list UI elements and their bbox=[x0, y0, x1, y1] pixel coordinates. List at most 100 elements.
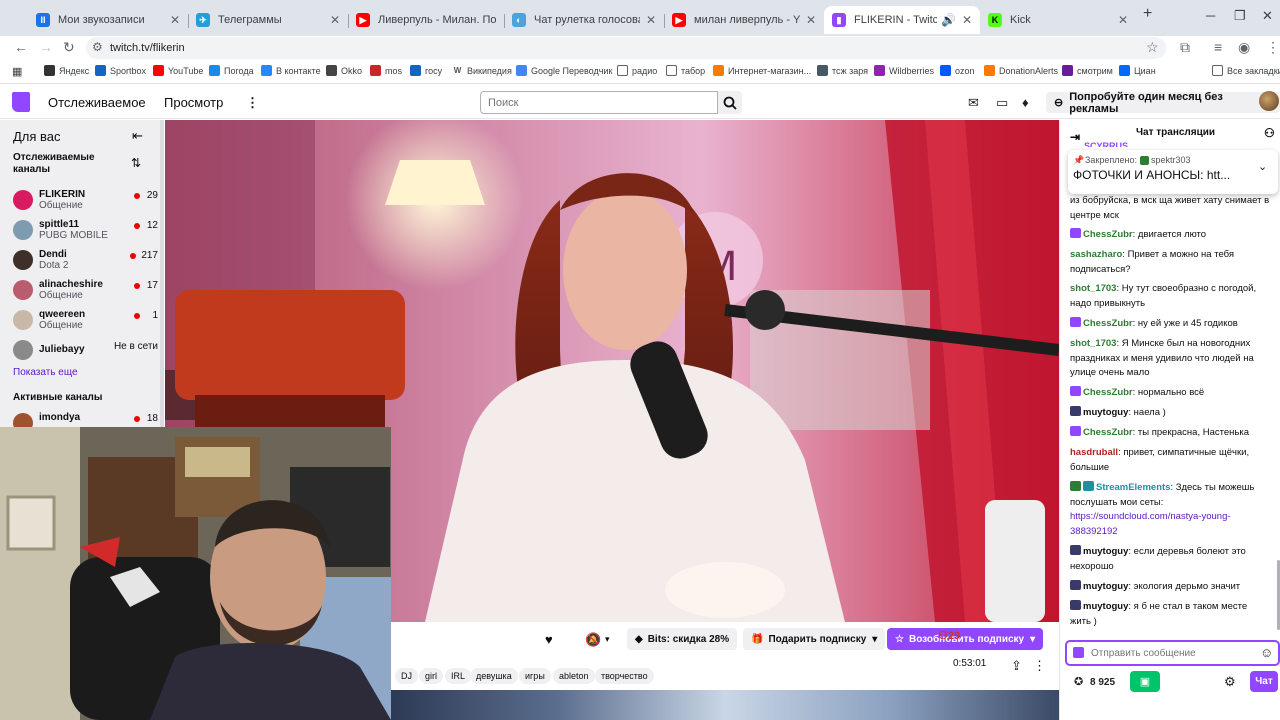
bookmark-sportbox[interactable]: Sportbox bbox=[95, 65, 146, 76]
stream-tag[interactable]: ableton bbox=[553, 668, 595, 684]
tab-youtube-search[interactable]: ▶ милан ливерпуль - YouTube ✕ bbox=[664, 6, 824, 34]
tab-twitch-active[interactable]: ▮ FLIKERIN - Twitch 🔊 ✕ bbox=[824, 6, 980, 34]
chat-username[interactable]: ChessZubr bbox=[1083, 387, 1133, 398]
reload-icon[interactable]: ↻ bbox=[63, 39, 75, 56]
sidebar-channel-qweereen[interactable]: qweereen Общение 1 bbox=[13, 307, 158, 335]
notifications-off-icon[interactable]: 🔕 bbox=[585, 632, 601, 648]
prime-crown-icon[interactable]: ♦ bbox=[1022, 95, 1029, 110]
sort-icon[interactable]: ⇅ bbox=[131, 156, 141, 170]
chat-username[interactable]: sashazharo bbox=[1070, 249, 1122, 260]
tab-kick[interactable]: K Kick ✕ bbox=[980, 6, 1136, 34]
chevron-down-icon[interactable]: ⌄ bbox=[1258, 160, 1267, 173]
bookmark-shop[interactable]: Интернет-магазин... bbox=[713, 65, 811, 76]
bookmark-cian[interactable]: Циан bbox=[1119, 65, 1156, 76]
bookmark-gosu[interactable]: госу bbox=[410, 65, 442, 76]
resubscribe-button[interactable]: ☆ Возобновить подписку ▾ bbox=[887, 628, 1044, 650]
collapse-sidebar-icon[interactable]: ⇤ bbox=[132, 128, 143, 144]
chat-username[interactable]: shot_1703 bbox=[1070, 283, 1116, 294]
bookmark-donationalerts[interactable]: DonationAlerts bbox=[984, 65, 1058, 76]
sidebar-channel-flikerin[interactable]: FLIKERIN Общение 29 bbox=[13, 187, 158, 215]
stream-tag[interactable]: игры bbox=[519, 668, 551, 684]
ad-free-promo-button[interactable]: ⊖ Попробуйте один месяц без рекламы bbox=[1046, 91, 1280, 115]
chat-username[interactable]: muytoguy bbox=[1083, 601, 1128, 612]
close-icon[interactable]: ✕ bbox=[646, 13, 656, 27]
emote-smiley-icon[interactable]: ☺ bbox=[1260, 645, 1273, 660]
chat-username[interactable]: ChessZubr bbox=[1083, 318, 1133, 329]
more-dots-icon[interactable]: ⋮ bbox=[246, 95, 259, 111]
menu-dots-icon[interactable]: ⋮ bbox=[1266, 39, 1280, 56]
new-tab-button[interactable]: + bbox=[1143, 5, 1152, 23]
chat-link[interactable]: https://soundcloud.com/nastya-young-3883… bbox=[1070, 510, 1270, 539]
bookmark-yandex[interactable]: Яндекс bbox=[44, 65, 89, 76]
bookmark-mos[interactable]: mos bbox=[370, 65, 402, 76]
apps-grid-icon[interactable]: ▦ bbox=[12, 65, 22, 78]
chat-username[interactable]: hasdruball bbox=[1070, 447, 1118, 458]
stream-tag[interactable]: творчество bbox=[595, 668, 654, 684]
forward-arrow-icon[interactable]: → bbox=[39, 39, 53, 55]
search-button[interactable] bbox=[718, 91, 742, 114]
chat-username[interactable]: shot_1703 bbox=[1070, 338, 1116, 349]
nav-following[interactable]: Отслеживаемое bbox=[48, 95, 146, 110]
bookmark-youtube[interactable]: YouTube bbox=[153, 65, 203, 76]
users-icon[interactable]: ⚇ bbox=[1264, 126, 1275, 140]
chat-message-input[interactable] bbox=[1065, 640, 1280, 666]
sidebar-scrollbar[interactable] bbox=[160, 120, 164, 428]
bookmark-wildberries[interactable]: Wildberries bbox=[874, 65, 934, 76]
bookmark-ozon[interactable]: ozon bbox=[940, 65, 975, 76]
chat-username[interactable]: muytoguy bbox=[1083, 546, 1128, 557]
all-bookmarks[interactable]: Все закладки bbox=[1212, 65, 1280, 76]
bookmark-weather[interactable]: Погода bbox=[209, 65, 254, 76]
sidebar-channel-alinacheshire[interactable]: alinacheshire Общение 17 bbox=[13, 277, 158, 305]
stream-tag[interactable]: DJ bbox=[395, 668, 418, 684]
chat-username[interactable]: StreamElements bbox=[1096, 482, 1170, 493]
bookmark-folder-tabor[interactable]: табор bbox=[666, 65, 705, 76]
speaker-icon[interactable]: 🔊 bbox=[941, 13, 956, 27]
close-icon[interactable]: ✕ bbox=[170, 13, 180, 27]
more-dots-icon[interactable]: ⋮ bbox=[1033, 658, 1046, 674]
chat-username[interactable]: ChessZubr bbox=[1083, 229, 1133, 240]
sidebar-channel-spittle11[interactable]: spittle11 PUBG MOBILE 12 bbox=[13, 217, 158, 245]
back-arrow-icon[interactable]: ← bbox=[14, 39, 28, 55]
tab-chat-roulette[interactable]: ◐ Чат рулетка голосовая — Nek ✕ bbox=[504, 6, 664, 34]
bookmark-star-icon[interactable]: ☆ bbox=[1146, 39, 1159, 56]
tab-telegram[interactable]: ✈ Телеграммы ✕ bbox=[188, 6, 348, 34]
chat-username[interactable]: muytoguy bbox=[1083, 581, 1128, 592]
share-icon[interactable]: ⇪ bbox=[1011, 658, 1022, 674]
user-avatar[interactable] bbox=[1259, 91, 1279, 111]
twitch-logo-icon[interactable] bbox=[12, 92, 30, 112]
close-icon[interactable]: ✕ bbox=[1118, 13, 1128, 27]
sidebar-channel-juliebayy[interactable]: Juliebayy Не в сети bbox=[13, 337, 158, 365]
tab-liverpool-milan[interactable]: ▶ Ливерпуль - Милан. Повтор ф bbox=[348, 6, 504, 34]
maximize-button[interactable]: ❐ bbox=[1234, 8, 1246, 24]
bookmark-google-translate[interactable]: Google Переводчик bbox=[516, 65, 612, 76]
channel-points-icon[interactable]: ✪ bbox=[1074, 675, 1083, 688]
whispers-icon[interactable]: ▭ bbox=[996, 95, 1008, 111]
media-icon[interactable]: ≡ bbox=[1214, 39, 1222, 55]
stream-tag[interactable]: девушка bbox=[470, 668, 518, 684]
close-icon[interactable]: ✕ bbox=[962, 13, 972, 27]
chevron-down-icon[interactable]: ▾ bbox=[605, 634, 610, 645]
stream-tag[interactable]: girl bbox=[419, 668, 444, 684]
chat-username[interactable]: ChessZubr bbox=[1083, 427, 1133, 438]
bookmark-folder-radio[interactable]: радио bbox=[617, 65, 657, 76]
bookmark-wikipedia[interactable]: W Википедия bbox=[452, 65, 512, 76]
pinned-message[interactable]: 📌 Закреплено: spektr303 ФОТОЧКИ И АНОНСЫ… bbox=[1068, 150, 1278, 194]
show-more-link[interactable]: Показать еще bbox=[13, 367, 78, 378]
bookmark-smotrim[interactable]: смотрим bbox=[1062, 65, 1113, 76]
tab-music[interactable]: II Мои звукозаписи ✕ bbox=[28, 6, 188, 34]
close-window-button[interactable]: ✕ bbox=[1262, 8, 1273, 24]
extensions-icon[interactable]: ⧉ bbox=[1180, 39, 1190, 56]
inbox-icon[interactable]: ✉ bbox=[968, 95, 979, 111]
heart-follow-icon[interactable]: ♥ bbox=[545, 632, 553, 647]
settings-gear-icon[interactable]: ⚙ bbox=[1224, 674, 1236, 690]
gift-sub-button[interactable]: 🎁 Подарить подписку ▾ bbox=[743, 628, 886, 650]
bookmark-vk[interactable]: В контакте bbox=[261, 65, 321, 76]
close-icon[interactable]: ✕ bbox=[806, 13, 816, 27]
nav-browse[interactable]: Просмотр bbox=[164, 95, 223, 110]
bookmark-okko[interactable]: Okko bbox=[326, 65, 362, 76]
profile-icon[interactable]: ◉ bbox=[1238, 39, 1250, 56]
address-bar[interactable]: ⚙ twitch.tv/flikerin bbox=[86, 37, 1166, 59]
stream-tag[interactable]: IRL bbox=[445, 668, 472, 684]
chat-send-button[interactable]: Чат bbox=[1250, 671, 1278, 692]
bookmark-tszh[interactable]: тсж заря bbox=[817, 65, 868, 76]
